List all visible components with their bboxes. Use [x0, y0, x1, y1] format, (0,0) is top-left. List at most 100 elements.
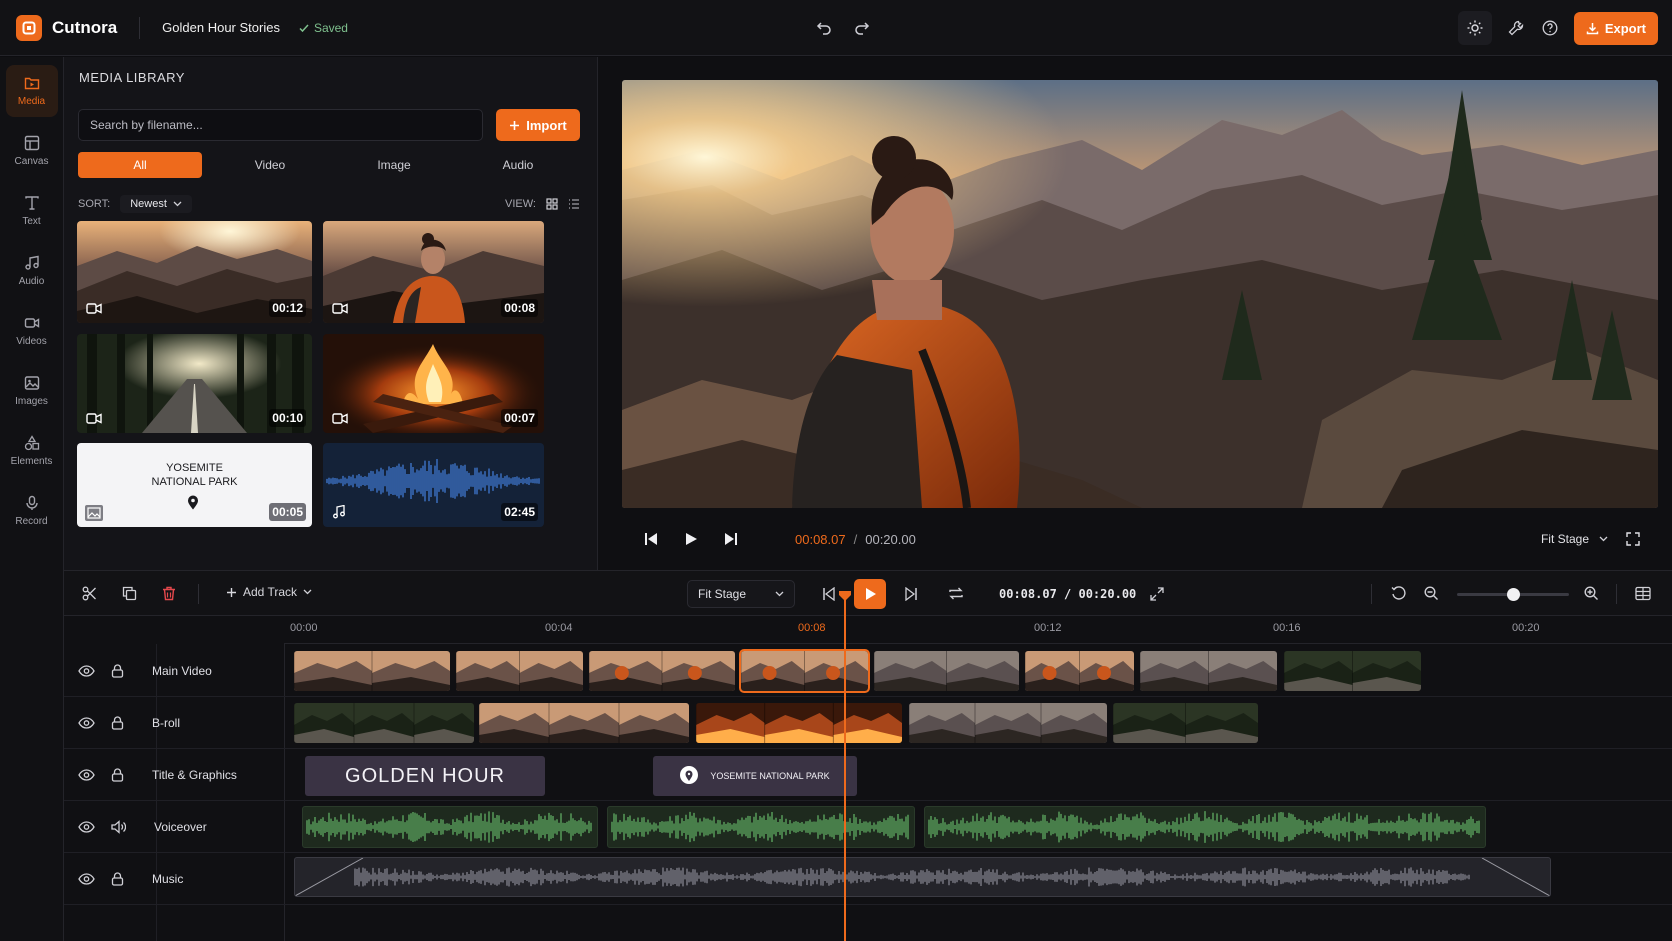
skip-back-icon[interactable] [822, 587, 836, 601]
add-track-button[interactable]: Add Track [226, 585, 312, 599]
track-lane-title-graphics[interactable]: GOLDEN HOUR YOSEMITE NATIONAL PARK [284, 749, 1672, 801]
track-lane-b-roll[interactable] [284, 697, 1672, 749]
playhead[interactable] [844, 591, 846, 941]
snap-settings-icon[interactable] [1635, 586, 1651, 601]
nav-item-text[interactable]: Text [6, 185, 58, 237]
eye-icon[interactable] [78, 716, 95, 729]
title-clip-location[interactable]: YOSEMITE NATIONAL PARK [653, 756, 857, 796]
filter-all[interactable]: All [78, 152, 202, 178]
video-clip[interactable] [294, 651, 450, 691]
zoom-out-icon[interactable] [1424, 586, 1439, 601]
lock-icon[interactable] [111, 767, 124, 782]
track-lane-main-video[interactable] [284, 645, 1672, 697]
video-clip[interactable] [874, 651, 1019, 691]
list-view-icon[interactable] [568, 198, 580, 210]
skip-forward-icon[interactable] [724, 532, 738, 546]
title-clip-golden-hour[interactable]: GOLDEN HOUR [305, 756, 545, 796]
video-preview[interactable] [622, 80, 1658, 508]
zoom-slider[interactable] [1457, 588, 1569, 601]
skip-back-icon[interactable] [644, 532, 658, 546]
clip-thumbnail [1284, 651, 1421, 691]
video-clip[interactable] [1025, 651, 1134, 691]
track-header-voiceover[interactable]: Voiceover [64, 801, 284, 853]
grid-view-icon[interactable] [546, 198, 558, 210]
title-line-2: NATIONAL PARK [151, 476, 238, 488]
trash-icon[interactable] [162, 586, 176, 601]
duplicate-icon[interactable] [122, 586, 137, 601]
filter-audio[interactable]: Audio [456, 152, 580, 178]
timeline-play-button[interactable] [854, 579, 886, 609]
expand-icon[interactable] [1150, 587, 1164, 601]
track-name: Title & Graphics [152, 767, 237, 782]
voiceover-clip[interactable] [302, 806, 598, 848]
timeline-fit-dropdown[interactable]: Fit Stage [687, 580, 795, 608]
play-icon[interactable] [684, 532, 698, 546]
media-item-forest-video[interactable]: 00:10 [77, 334, 312, 433]
view-toggle: VIEW: [505, 198, 580, 210]
video-clip[interactable] [456, 651, 583, 691]
skip-forward-icon[interactable] [904, 587, 918, 601]
nav-item-canvas[interactable]: Canvas [6, 125, 58, 177]
eye-icon[interactable] [78, 872, 95, 885]
video-clip[interactable] [909, 703, 1107, 743]
video-clip[interactable] [1284, 651, 1421, 691]
clip-thumbnail [696, 703, 902, 743]
playhead-handle[interactable] [838, 591, 852, 601]
fullscreen-icon[interactable] [1626, 532, 1640, 546]
zoom-slider-handle[interactable] [1507, 588, 1520, 601]
lock-icon[interactable] [111, 871, 124, 886]
media-item-hiker-video[interactable]: 00:08 [323, 221, 544, 323]
voiceover-clip[interactable] [924, 806, 1486, 848]
time-ruler[interactable]: 00:00 00:04 00:08 00:12 00:16 00:20 [284, 616, 1672, 644]
loop-icon[interactable] [948, 586, 964, 601]
volume-icon[interactable] [111, 819, 126, 834]
sort-dropdown[interactable]: Newest [120, 195, 192, 213]
nav-item-media[interactable]: Media [5, 65, 58, 117]
undo-button[interactable] [814, 18, 834, 38]
media-item-mountain-video[interactable]: 00:12 [77, 221, 312, 323]
nav-item-audio[interactable]: Audio [6, 245, 58, 297]
track-lane-music[interactable] [284, 853, 1672, 905]
video-clip[interactable] [294, 703, 474, 743]
video-clip[interactable] [589, 651, 735, 691]
import-button[interactable]: Import [496, 109, 580, 141]
track-lane-voiceover[interactable] [284, 801, 1672, 853]
lock-icon[interactable] [111, 663, 124, 678]
reset-icon[interactable] [1391, 586, 1406, 601]
fit-stage-dropdown[interactable]: Fit Stage [1541, 532, 1608, 546]
track-header-b-roll[interactable]: B-roll [64, 697, 284, 749]
track-header-title-graphics[interactable]: Title & Graphics [64, 749, 284, 801]
music-clip[interactable] [294, 857, 1551, 897]
theme-toggle-button[interactable] [1457, 11, 1492, 45]
video-clip[interactable] [479, 703, 689, 743]
media-item-audio[interactable]: 02:45 [323, 443, 544, 527]
help-button[interactable] [1540, 18, 1560, 38]
search-input[interactable]: Search by filename... [78, 109, 483, 141]
export-button[interactable]: Export [1573, 11, 1658, 45]
tools-button[interactable] [1506, 18, 1526, 38]
nav-item-elements[interactable]: Elements [6, 425, 58, 477]
media-item-title-image[interactable]: YOSEMITE NATIONAL PARK 00:05 [77, 443, 312, 527]
lock-icon[interactable] [111, 715, 124, 730]
nav-item-images[interactable]: Images [6, 365, 58, 417]
filter-video[interactable]: Video [208, 152, 332, 178]
filter-image[interactable]: Image [332, 152, 456, 178]
video-clip[interactable] [1113, 703, 1258, 743]
eye-icon[interactable] [78, 664, 95, 677]
track-header-main-video[interactable]: Main Video [64, 645, 284, 697]
eye-icon[interactable] [78, 768, 95, 781]
video-clip[interactable] [696, 703, 902, 743]
video-clip[interactable] [1140, 651, 1277, 691]
scissors-icon[interactable] [82, 586, 97, 601]
media-item-campfire-video[interactable]: 00:07 [323, 334, 544, 433]
redo-button[interactable] [852, 18, 872, 38]
eye-icon[interactable] [78, 820, 95, 833]
project-title[interactable]: Golden Hour Stories [162, 20, 280, 35]
voiceover-clip[interactable] [607, 806, 915, 848]
video-clip[interactable] [739, 649, 870, 693]
nav-item-videos[interactable]: Videos [6, 305, 58, 357]
nav-item-record[interactable]: Record [6, 485, 58, 537]
clip-thumbnail [294, 703, 474, 743]
track-header-music[interactable]: Music [64, 853, 284, 905]
zoom-in-icon[interactable] [1584, 586, 1599, 601]
